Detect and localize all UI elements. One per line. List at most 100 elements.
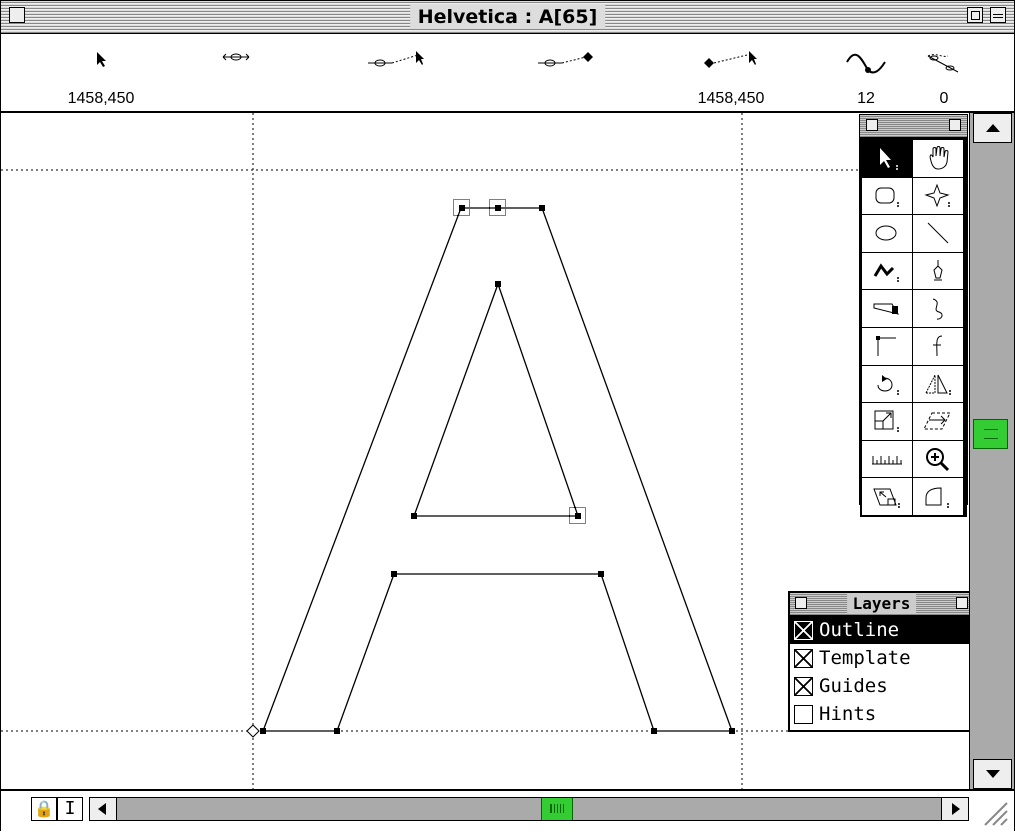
reflect-tool-icon <box>925 374 951 395</box>
rounded-rect-tool-icon <box>875 187 899 207</box>
layers-zoom[interactable] <box>956 597 968 609</box>
skew-tool-icon <box>923 412 951 430</box>
lock-icon[interactable]: 🔒 <box>31 797 57 821</box>
ellipse-tool[interactable] <box>862 215 912 252</box>
arrow-tool[interactable] <box>862 140 912 177</box>
resize-grip-icon[interactable] <box>973 791 1011 829</box>
scroll-left-button[interactable] <box>90 798 117 820</box>
freehand-tool-icon <box>873 263 899 283</box>
star-tool[interactable] <box>913 177 963 215</box>
title-bar[interactable]: Helvetica : A[65] <box>1 1 1014 34</box>
star-tool-icon <box>924 183 950 208</box>
layer-outline-label: Outline <box>819 619 900 641</box>
ruler-tool-icon <box>872 456 902 465</box>
curve-icon <box>846 53 886 74</box>
inner-contour <box>413 282 579 517</box>
tools-palette-close[interactable] <box>866 119 878 131</box>
layer-guides[interactable]: Guides <box>790 672 973 700</box>
hand-tool-icon <box>929 146 949 170</box>
layers-close[interactable] <box>795 597 807 609</box>
scroll-down-button[interactable] <box>973 759 1012 789</box>
layer-outline[interactable]: Outline <box>790 616 973 644</box>
knife-tool-icon <box>873 303 900 315</box>
corner-tool[interactable] <box>862 327 912 365</box>
hand-tool[interactable] <box>913 140 963 177</box>
point-to-point-icon <box>538 52 593 67</box>
layer-template-checkbox[interactable] <box>794 648 813 668</box>
point-to-point-indicator <box>511 34 621 111</box>
layer-hints-checkbox[interactable] <box>794 704 813 724</box>
close-box[interactable] <box>9 7 25 23</box>
scale-tool[interactable] <box>862 403 912 440</box>
layer-guides-checkbox[interactable] <box>794 676 813 696</box>
vertical-scroll-thumb[interactable] <box>973 419 1008 449</box>
tangent-tool[interactable] <box>913 327 963 365</box>
layer-template-label: Template <box>819 647 911 669</box>
skew-tool[interactable] <box>913 403 963 440</box>
pointer-coordinates: 1458,450 <box>67 90 135 107</box>
offcurve-to-pointer-icon <box>704 51 757 68</box>
horizontal-scroll-thumb[interactable] <box>541 798 573 820</box>
ellipse-tool-icon <box>875 225 897 241</box>
pen-tool-icon <box>933 260 943 281</box>
freehand-tool[interactable] <box>862 252 912 290</box>
ibeam-icon[interactable]: I <box>57 797 83 821</box>
pen-tool[interactable] <box>913 252 963 290</box>
angle-indicator: 0 <box>889 34 999 111</box>
scroll-up-button[interactable] <box>973 113 1012 143</box>
status-bar: 🔒 I <box>1 789 1014 832</box>
rotate-tool-icon <box>877 374 899 395</box>
line-tool[interactable] <box>913 215 963 252</box>
rotate-tool[interactable] <box>862 365 912 403</box>
arrow-tool-icon <box>880 148 898 171</box>
zoom-tool-icon <box>926 448 950 472</box>
angle-icon <box>927 54 959 73</box>
point-icon <box>222 53 250 61</box>
tangent-tool-icon <box>933 335 943 357</box>
horizontal-scrollbar[interactable] <box>89 797 969 821</box>
layers-panel: Layers Outline Template Guides Hints <box>788 591 975 732</box>
curve-tool-icon <box>932 298 943 320</box>
zoom-tool[interactable] <box>913 440 963 478</box>
point-to-pointer-icon <box>368 51 424 67</box>
layers-title: Layers <box>846 594 917 614</box>
line-tool-icon <box>927 223 949 244</box>
pointer-icon <box>97 52 106 67</box>
glyph-editor-window: Helvetica : A[65] 1458,450 1458,450 12 0 <box>0 0 1015 832</box>
point-indicator <box>181 34 291 111</box>
curve-tool[interactable] <box>913 290 963 327</box>
perspective-tool[interactable] <box>862 478 912 515</box>
layer-outline-checkbox[interactable] <box>794 620 813 640</box>
layer-template[interactable]: Template <box>790 644 973 672</box>
ruler-tool[interactable] <box>862 440 912 478</box>
tools-palette-titlebar[interactable] <box>860 115 967 138</box>
collapse-box[interactable] <box>990 7 1006 23</box>
on-curve-points <box>260 205 735 734</box>
point-to-pointer-indicator <box>341 34 451 111</box>
vertical-scrollbar[interactable] <box>969 113 1014 789</box>
layer-hints[interactable]: Hints <box>790 700 973 728</box>
shape-tool-icon <box>925 487 949 508</box>
shape-tool[interactable] <box>913 478 963 515</box>
reflect-tool[interactable] <box>913 365 963 403</box>
corner-tool-icon <box>876 336 896 357</box>
scale-tool-icon <box>874 410 899 433</box>
perspective-tool-icon <box>873 488 900 508</box>
angle-value: 0 <box>939 90 949 107</box>
layers-titlebar[interactable]: Layers <box>790 593 973 616</box>
point-info-bar: 1458,450 1458,450 12 0 <box>1 34 1014 113</box>
tools-palette <box>859 114 968 517</box>
hint-markers <box>453 199 586 524</box>
layer-guides-label: Guides <box>819 675 888 697</box>
scroll-right-button[interactable] <box>941 798 968 820</box>
offcurve-coordinates: 1458,450 <box>697 90 765 107</box>
offcurve-indicator: 1458,450 <box>676 34 786 111</box>
tools-palette-zoom[interactable] <box>949 119 961 131</box>
pointer-position: 1458,450 <box>46 34 156 111</box>
window-title: Helvetica : A[65] <box>409 5 606 29</box>
knife-tool[interactable] <box>862 290 912 327</box>
rounded-rect-tool[interactable] <box>862 177 912 215</box>
origin-point <box>246 724 260 738</box>
zoom-box[interactable] <box>967 7 983 23</box>
layer-hints-label: Hints <box>819 703 877 725</box>
